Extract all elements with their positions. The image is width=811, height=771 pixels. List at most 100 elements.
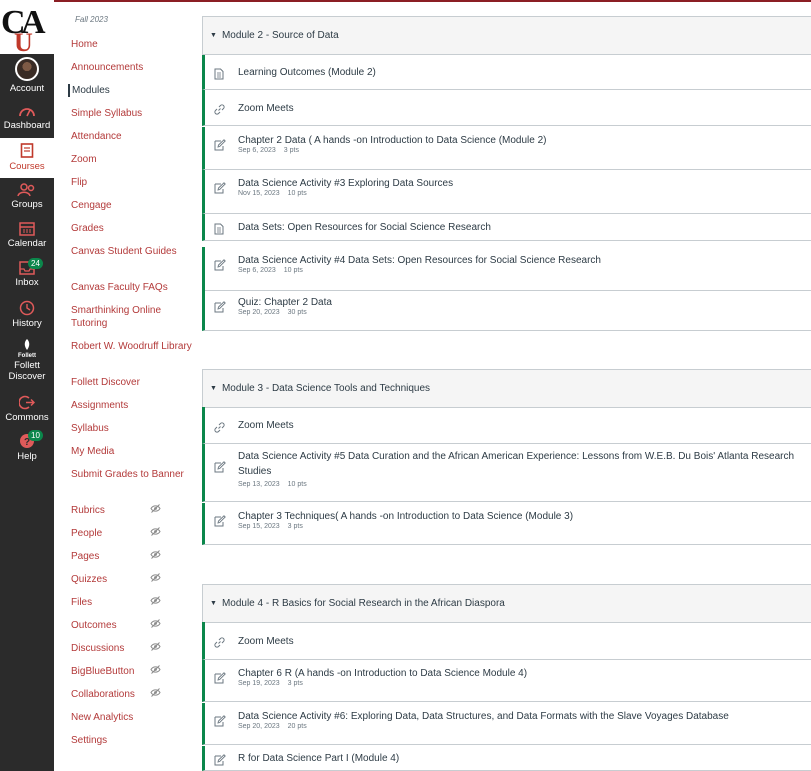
due-date: Sep 19, 2023 [238, 680, 280, 687]
module-item-title[interactable]: Data Science Activity #4 Data Sets: Open… [238, 253, 803, 268]
module-item[interactable]: Chapter 3 Techniques( A hands -on Introd… [202, 503, 811, 545]
assignment-icon [214, 753, 226, 766]
module-title: Module 3 - Data Science Tools and Techni… [221, 383, 431, 394]
module-item[interactable]: Data Sets: Open Resources for Social Sci… [202, 214, 811, 241]
course-nav-syllabus[interactable]: Syllabus [71, 422, 196, 435]
course-nav-collaborations[interactable]: Collaborations [71, 688, 196, 701]
due-date: Sep 15, 2023 [238, 523, 280, 530]
module-header[interactable]: ▼ Module 2 - Source of Data [202, 17, 811, 55]
module-item-title[interactable]: Quiz: Chapter 2 Data [238, 295, 803, 310]
assignment-icon [214, 300, 226, 313]
course-nav-submit-grades-to-banner[interactable]: Submit Grades to Banner [71, 468, 196, 481]
link-icon [214, 420, 226, 433]
courses-icon [0, 143, 54, 159]
module-item-title[interactable]: Chapter 3 Techniques( A hands -on Introd… [238, 509, 803, 524]
module-item[interactable]: Data Science Activity #4 Data Sets: Open… [202, 247, 811, 291]
module-item[interactable]: Zoom Meets [202, 90, 811, 126]
module-item-title[interactable]: Zoom Meets [238, 101, 803, 116]
global-nav-commons[interactable]: Commons [0, 395, 54, 425]
collapse-caret-icon[interactable]: ▼ [210, 385, 217, 392]
module-item[interactable]: Chapter 2 Data ( A hands -on Introductio… [202, 127, 811, 170]
module-item-title[interactable]: Data Science Activity #5 Data Curation a… [238, 449, 803, 479]
module-item-title[interactable]: Zoom Meets [238, 418, 803, 433]
course-nav-settings[interactable]: Settings [71, 734, 196, 747]
course-nav-label: Attendance [71, 131, 122, 142]
global-nav-courses[interactable]: Courses [0, 138, 54, 178]
module-item[interactable]: Quiz: Chapter 2 Data Sep 20, 2023 30 pts [202, 289, 811, 331]
course-nav-cengage[interactable]: Cengage [71, 199, 196, 212]
module-item-title[interactable]: R for Data Science Part I (Module 4) [238, 751, 803, 766]
module-item[interactable]: Data Science Activity #5 Data Curation a… [202, 444, 811, 502]
course-nav-modules[interactable]: Modules [68, 84, 193, 97]
due-date: Nov 15, 2023 [238, 190, 280, 197]
course-nav-grades[interactable]: Grades [71, 222, 196, 235]
course-nav-bigbluebutton[interactable]: BigBlueButton [71, 665, 196, 678]
global-nav-label: Calendar [7, 238, 47, 249]
course-nav-label: Discussions [71, 643, 125, 654]
course-nav-flip[interactable]: Flip [71, 176, 196, 189]
global-nav-help[interactable]: ? 10 Help [0, 430, 54, 463]
course-nav-discussions[interactable]: Discussions [71, 642, 196, 655]
course-nav-label: BigBlueButton [71, 666, 135, 677]
course-nav-zoom[interactable]: Zoom [71, 153, 196, 166]
course-nav-label: My Media [71, 446, 115, 457]
due-date: Sep 20, 2023 [238, 309, 280, 316]
course-nav-label: Simple Syllabus [71, 108, 143, 119]
course-nav-new-analytics[interactable]: New Analytics [71, 711, 196, 724]
course-nav-home[interactable]: Home [71, 38, 196, 51]
due-date: Sep 13, 2023 [238, 481, 280, 488]
course-nav-quizzes[interactable]: Quizzes [71, 573, 196, 586]
collapse-caret-icon[interactable]: ▼ [210, 32, 217, 39]
course-nav-announcements[interactable]: Announcements [71, 61, 196, 74]
global-nav-groups[interactable]: Groups [0, 183, 54, 213]
course-nav-canvas-faculty-faqs[interactable]: Canvas Faculty FAQs [71, 281, 196, 294]
cau-logo[interactable]: C A U [0, 0, 54, 57]
course-nav-attendance[interactable]: Attendance [71, 130, 196, 143]
module-header[interactable]: ▼ Module 3 - Data Science Tools and Techn… [202, 370, 811, 408]
calendar-icon [0, 221, 54, 236]
course-nav-simple-syllabus[interactable]: Simple Syllabus [71, 107, 196, 120]
global-nav-history[interactable]: History [0, 300, 54, 330]
module-item[interactable]: R for Data Science Part I (Module 4) [202, 746, 811, 771]
course-nav-pages[interactable]: Pages [71, 550, 196, 563]
course-nav-people[interactable]: People [71, 527, 196, 540]
points: 30 pts [287, 309, 307, 316]
dashboard-icon [0, 104, 54, 118]
course-nav-assignments[interactable]: Assignments [71, 399, 196, 412]
course-nav-canvas-student-guides[interactable]: Canvas Student Guides [71, 245, 196, 258]
module-item-title[interactable]: Data Science Activity #3 Exploring Data … [238, 176, 803, 191]
module-title: Module 4 - R Basics for Social Research … [221, 598, 505, 609]
module-item[interactable]: Data Science Activity #6: Exploring Data… [202, 703, 811, 745]
course-nav-follett-discover[interactable]: Follett Discover [71, 376, 196, 389]
module-header[interactable]: ▼ Module 4 - R Basics for Social Research… [202, 585, 811, 623]
module-item[interactable]: Zoom Meets [202, 407, 811, 444]
course-nav-robert-w-woodruff-library[interactable]: Robert W. Woodruff Library [71, 340, 196, 353]
course-nav-outcomes[interactable]: Outcomes [71, 619, 196, 632]
module-item-title[interactable]: Data Science Activity #6: Exploring Data… [238, 709, 803, 724]
module-item[interactable]: Learning Outcomes (Module 2) [202, 55, 811, 90]
due-date: Sep 6, 2023 [238, 147, 276, 154]
module-item-title[interactable]: Chapter 2 Data ( A hands -on Introductio… [238, 133, 803, 148]
course-nav-rubrics[interactable]: Rubrics [71, 504, 196, 517]
module-item[interactable]: Data Science Activity #3 Exploring Data … [202, 170, 811, 214]
course-term: Fall 2023 [75, 15, 108, 24]
global-nav-dashboard[interactable]: Dashboard [0, 104, 54, 134]
collapse-caret-icon[interactable]: ▼ [210, 600, 217, 607]
global-nav-inbox[interactable]: 24 Inbox [0, 258, 54, 291]
module-item[interactable]: Chapter 6 R (A hands -on Introduction to… [202, 660, 811, 702]
course-nav-label: Syllabus [71, 423, 109, 434]
module-item-title[interactable]: Learning Outcomes (Module 2) [238, 65, 803, 80]
global-nav-calendar[interactable]: Calendar [0, 221, 54, 251]
course-nav-files[interactable]: Files [71, 596, 196, 609]
global-nav-account[interactable]: Account [0, 57, 54, 95]
module-item-title[interactable]: Chapter 6 R (A hands -on Introduction to… [238, 666, 803, 681]
course-nav-smarthinking-online-tutoring[interactable]: Smarthinking Online Tutoring [71, 304, 196, 330]
course-nav-label: Files [71, 597, 93, 608]
course-nav-label: Rubrics [71, 505, 105, 516]
points: 3 pts [283, 147, 299, 154]
module-item[interactable]: Zoom Meets [202, 622, 811, 660]
module-item-title[interactable]: Zoom Meets [238, 634, 803, 649]
global-nav-follett-discover[interactable]: Follett Follett Discover [0, 338, 54, 384]
module-item-title[interactable]: Data Sets: Open Resources for Social Sci… [238, 220, 803, 235]
course-nav-my-media[interactable]: My Media [71, 445, 196, 458]
